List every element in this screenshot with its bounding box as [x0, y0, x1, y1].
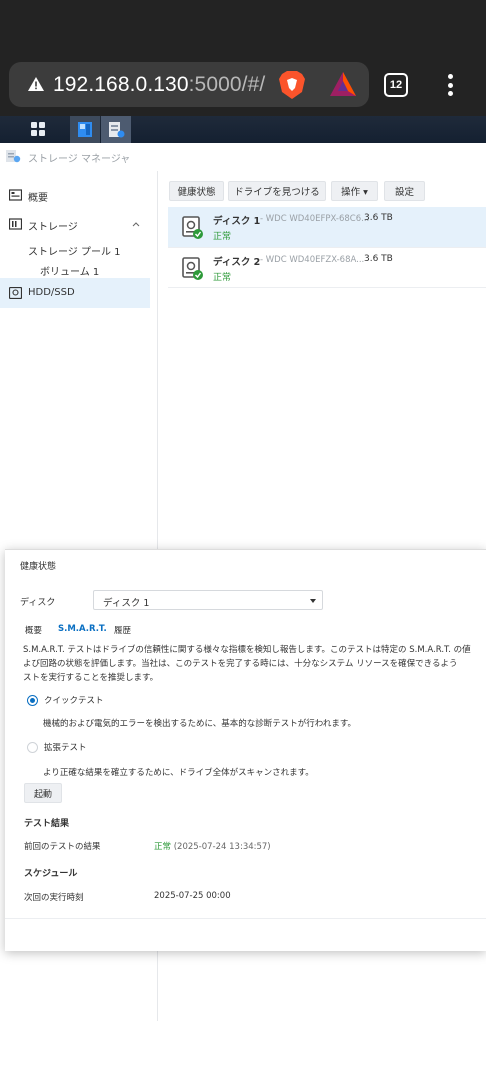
- sidebar-item-overview[interactable]: 概要: [0, 180, 150, 210]
- overview-icon: [9, 189, 22, 201]
- drive-healthy-icon: [182, 216, 203, 239]
- last-result-value: 正常 (2025-07-24 13:34:57): [154, 840, 271, 852]
- storage-manager-title-icon: [6, 150, 21, 163]
- quick-test-label[interactable]: クイックテスト: [44, 694, 104, 706]
- hdd-icon: [9, 287, 22, 299]
- locate-drive-button[interactable]: ドライブを見つける: [228, 181, 326, 201]
- sidebar-item-storage-pool[interactable]: ストレージ プール 1: [28, 243, 121, 258]
- tab-count: 12: [389, 79, 403, 91]
- row-divider: [168, 287, 486, 288]
- schedule-heading: スケジュール: [24, 869, 78, 879]
- start-test-button[interactable]: 起動: [24, 783, 62, 803]
- storage-manager-icon: [109, 122, 125, 138]
- disk-row-1[interactable]: ディスク 1 - WDC WD40EFPX-68C6... 3.6 TB 正常: [168, 207, 486, 247]
- disk-status: 正常: [213, 232, 232, 242]
- app-title: ストレージ マネージャ: [28, 154, 131, 165]
- settings-button[interactable]: 設定: [384, 181, 425, 201]
- quick-test-description: 機械的および電気的エラーを検出するために、基本的な診断テストが行われます。: [43, 719, 356, 729]
- dialog-title: 健康状態: [20, 562, 57, 572]
- disk-name: ディスク 1: [213, 216, 261, 227]
- url-text[interactable]: 192.168.0.130:5000/#/: [53, 73, 265, 97]
- drive-healthy-icon: [182, 257, 203, 280]
- health-info-button[interactable]: 健康状態: [169, 181, 224, 201]
- address-bar[interactable]: 192.168.0.130:5000/#/: [9, 62, 369, 107]
- app-window-icon: [78, 122, 92, 137]
- disk-model: - WDC WD40EFPX-68C6...: [260, 214, 370, 224]
- rewards-triangle-icon[interactable]: [329, 71, 357, 97]
- test-result-heading: テスト結果: [24, 819, 70, 829]
- next-run-value: 2025-07-25 00:00: [154, 891, 231, 901]
- tab-overview[interactable]: 概要: [25, 624, 42, 636]
- sidebar-item-label: 概要: [28, 193, 48, 204]
- url-host: 192.168.0.130: [53, 73, 189, 96]
- taskbar-app-storage-manager[interactable]: [101, 116, 131, 143]
- dialog-footer-divider: [5, 918, 486, 919]
- description-line: S.M.A.R.T. テストはドライブの信頼性に関する様々な指標を検知し報告しま…: [23, 645, 471, 655]
- extended-test-description: より正確な結果を確立するために、ドライブ全体がスキャンされます。: [43, 768, 314, 778]
- disk-model: - WDC WD40EFZX-68A...: [260, 255, 365, 265]
- health-info-dialog: 健康状態 ディスク ディスク 1 概要 S.M.A.R.T. 履歴 S.M.A.…: [5, 549, 486, 951]
- description-line: ストを実行することを推奨します。: [23, 673, 159, 683]
- disk-row-2[interactable]: ディスク 2 - WDC WD40EFZX-68A... 3.6 TB 正常: [168, 248, 486, 288]
- disk-size: 3.6 TB: [364, 254, 393, 264]
- taskbar-app-file-station[interactable]: [70, 116, 100, 143]
- disk-select-label: ディスク: [20, 598, 56, 608]
- brave-shield-icon[interactable]: [278, 70, 306, 100]
- disk-select-value: ディスク 1: [103, 598, 150, 609]
- url-path: :5000/#/: [188, 73, 266, 96]
- tab-history[interactable]: 履歴: [114, 624, 131, 636]
- sidebar-item-label: ストレージ: [28, 222, 78, 233]
- main-menu-icon[interactable]: [30, 121, 46, 137]
- sidebar-item-label: HDD/SSD: [28, 287, 75, 298]
- overflow-menu-icon[interactable]: [444, 72, 456, 98]
- disk-select[interactable]: ディスク 1: [93, 590, 323, 610]
- sidebar-item-hdd-ssd[interactable]: HDD/SSD: [0, 278, 150, 308]
- chevron-up-icon[interactable]: [132, 221, 140, 227]
- disk-status: 正常: [213, 273, 232, 283]
- caret-down-icon: [310, 599, 316, 603]
- disk-name: ディスク 2: [213, 257, 261, 268]
- last-result-label: 前回のテストの結果: [24, 842, 101, 852]
- quick-test-radio[interactable]: [27, 695, 38, 706]
- sidebar-item-volume[interactable]: ボリューム 1: [40, 263, 99, 278]
- warning-icon[interactable]: [27, 76, 45, 92]
- storage-icon: [9, 218, 22, 230]
- action-dropdown-button[interactable]: 操作 ▾: [331, 181, 378, 201]
- last-result-status: 正常: [154, 842, 172, 852]
- disk-size: 3.6 TB: [364, 213, 393, 223]
- description-line: よび回路の状態を評価します。当社は、このテストを完了する時には、十分なシステム …: [23, 659, 458, 669]
- extended-test-radio[interactable]: [27, 742, 38, 753]
- extended-test-label[interactable]: 拡張テスト: [44, 741, 87, 753]
- smart-description: S.M.A.R.T. テストはドライブの信頼性に関する様々な指標を検知し報告しま…: [23, 643, 486, 685]
- last-result-time: (2025-07-24 13:34:57): [171, 842, 271, 852]
- tab-smart[interactable]: S.M.A.R.T.: [58, 624, 107, 634]
- sidebar-item-storage[interactable]: ストレージ: [0, 209, 150, 239]
- next-run-label: 次回の実行時刻: [24, 893, 84, 903]
- tab-count-button[interactable]: 12: [384, 73, 408, 97]
